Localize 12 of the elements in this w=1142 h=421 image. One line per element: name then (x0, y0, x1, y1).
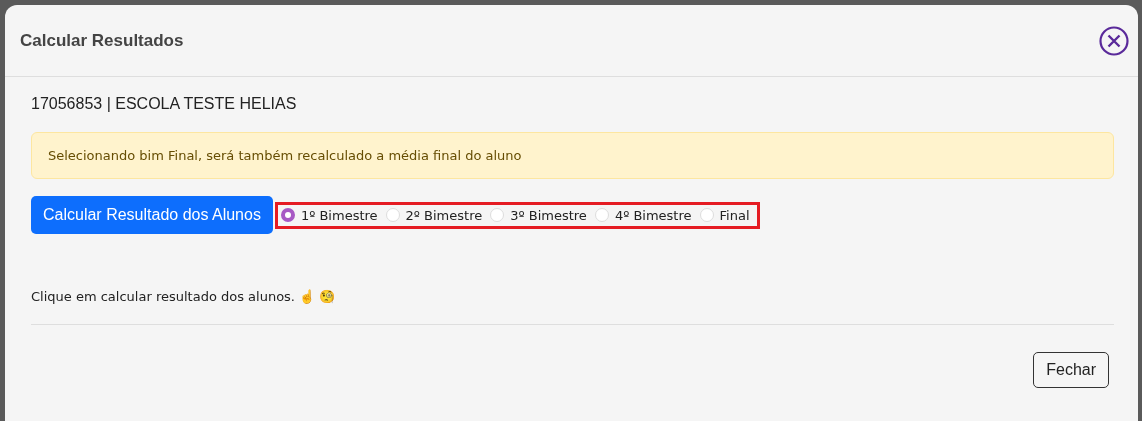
period-radio[interactable]: 3º Bimestre (490, 207, 587, 223)
calculate-button[interactable]: Calcular Resultado dos Alunos (31, 196, 273, 234)
period-radio[interactable]: Final (699, 207, 750, 223)
period-radio[interactable]: 4º Bimestre (594, 207, 692, 223)
period-radio[interactable]: 1º Bimestre (280, 207, 378, 223)
close-button[interactable]: Fechar (1033, 352, 1109, 388)
modal-title: Calcular Resultados (20, 30, 184, 51)
school-name: 17056853 | ESCOLA TESTE HELIAS (31, 95, 298, 113)
instruction-text: Clique em calcular resultado dos alunos. ☝ 🧐 (31, 289, 336, 304)
info-alert: Selecionando bim Final, será também recalculado a média final do aluno (31, 132, 1114, 179)
period-radio[interactable]: 2º Bimestre (385, 207, 483, 223)
close-icon[interactable] (1098, 24, 1130, 57)
